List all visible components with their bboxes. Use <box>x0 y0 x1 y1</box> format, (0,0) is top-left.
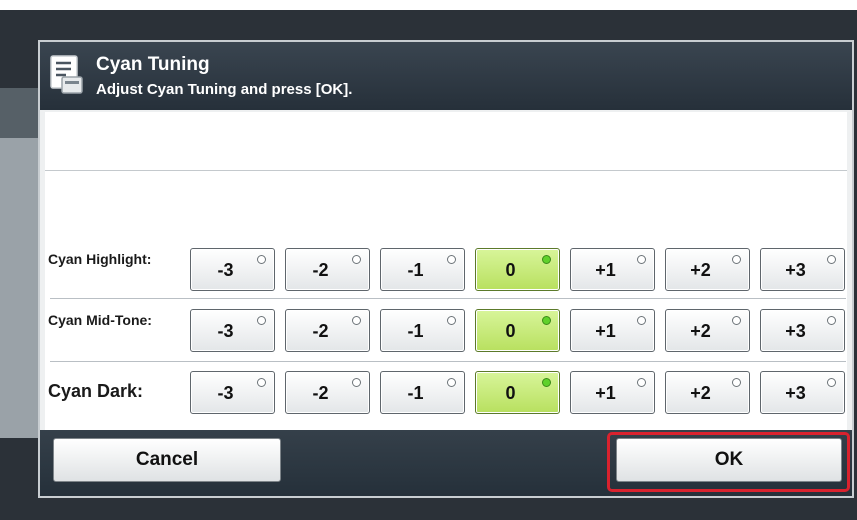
radio-indicator-icon <box>827 316 836 325</box>
radio-indicator-icon <box>447 316 456 325</box>
option-minus-1[interactable]: -1 <box>380 371 465 414</box>
radio-selected-icon <box>542 255 551 264</box>
row-label: Cyan Highlight: <box>48 251 152 267</box>
dialog-title: Cyan Tuning <box>96 54 210 75</box>
option-minus-3[interactable]: -3 <box>190 309 275 352</box>
ok-button[interactable]: OK <box>616 438 842 482</box>
radio-indicator-icon <box>827 255 836 264</box>
option-minus-1[interactable]: -1 <box>380 309 465 352</box>
radio-indicator-icon <box>257 316 266 325</box>
radio-indicator-icon <box>352 378 361 387</box>
divider <box>45 170 847 171</box>
radio-indicator-icon <box>447 255 456 264</box>
option-plus-3[interactable]: +3 <box>760 248 845 291</box>
row-divider <box>50 361 846 362</box>
cyan-highlight-row: Cyan Highlight: -3 -2 -1 0 +1 +2 +3 <box>45 240 847 298</box>
option-minus-3[interactable]: -3 <box>190 248 275 291</box>
radio-indicator-icon <box>827 378 836 387</box>
option-minus-1[interactable]: -1 <box>380 248 465 291</box>
option-minus-2[interactable]: -2 <box>285 371 370 414</box>
option-plus-3[interactable]: +3 <box>760 309 845 352</box>
document-settings-icon <box>50 55 84 95</box>
radio-indicator-icon <box>732 378 741 387</box>
row-label: Cyan Mid-Tone: <box>48 312 152 328</box>
option-zero-selected[interactable]: 0 <box>475 371 560 414</box>
radio-indicator-icon <box>637 316 646 325</box>
radio-indicator-icon <box>732 316 741 325</box>
option-zero-selected[interactable]: 0 <box>475 309 560 352</box>
option-plus-2[interactable]: +2 <box>665 371 750 414</box>
dialog-instruction: Adjust Cyan Tuning and press [OK]. <box>96 81 353 98</box>
dialog-footer: Cancel OK <box>40 430 852 496</box>
radio-indicator-icon <box>447 378 456 387</box>
radio-indicator-icon <box>257 255 266 264</box>
option-plus-2[interactable]: +2 <box>665 309 750 352</box>
option-plus-3[interactable]: +3 <box>760 371 845 414</box>
option-plus-1[interactable]: +1 <box>570 248 655 291</box>
option-plus-1[interactable]: +1 <box>570 309 655 352</box>
option-plus-2[interactable]: +2 <box>665 248 750 291</box>
row-divider <box>50 298 846 299</box>
cyan-tuning-dialog: Cyan Tuning Adjust Cyan Tuning and press… <box>38 40 854 498</box>
radio-indicator-icon <box>352 255 361 264</box>
radio-indicator-icon <box>637 378 646 387</box>
option-plus-1[interactable]: +1 <box>570 371 655 414</box>
background-panel-edge <box>0 138 40 438</box>
cyan-dark-row: Cyan Dark: -3 -2 -1 0 +1 +2 +3 <box>45 363 847 421</box>
cancel-button[interactable]: Cancel <box>53 438 281 482</box>
option-minus-2[interactable]: -2 <box>285 309 370 352</box>
radio-indicator-icon <box>637 255 646 264</box>
option-minus-2[interactable]: -2 <box>285 248 370 291</box>
radio-indicator-icon <box>257 378 266 387</box>
radio-selected-icon <box>542 378 551 387</box>
cyan-midtone-row: Cyan Mid-Tone: -3 -2 -1 0 +1 +2 +3 <box>45 301 847 359</box>
title-bar: Cyan Tuning Adjust Cyan Tuning and press… <box>40 42 852 110</box>
radio-selected-icon <box>542 316 551 325</box>
row-label: Cyan Dark: <box>48 381 144 401</box>
option-zero-selected[interactable]: 0 <box>475 248 560 291</box>
option-minus-3[interactable]: -3 <box>190 371 275 414</box>
radio-indicator-icon <box>352 316 361 325</box>
background-panel-edge <box>0 88 40 138</box>
radio-indicator-icon <box>732 255 741 264</box>
tuning-content-area: Cyan Highlight: -3 -2 -1 0 +1 +2 +3 Cyan… <box>45 112 847 430</box>
